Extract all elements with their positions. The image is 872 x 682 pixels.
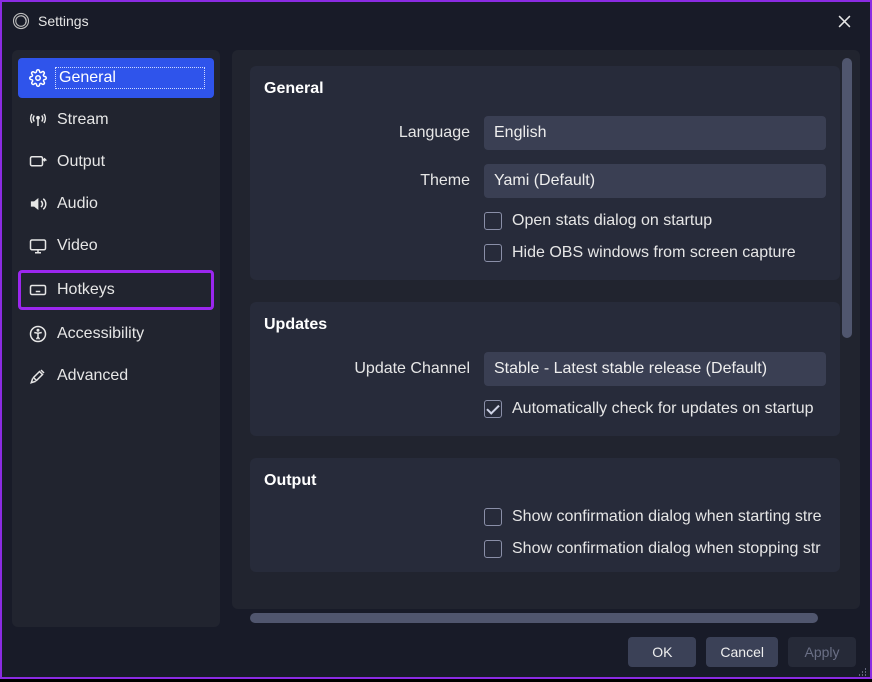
- confirm-stop-checkbox-label: Show confirmation dialog when stopping s…: [512, 540, 821, 558]
- update-channel-label: Update Channel: [264, 360, 470, 378]
- horizontal-scroll-thumb[interactable]: [250, 613, 818, 623]
- confirm-start-checkbox[interactable]: [484, 508, 502, 526]
- sidebar-item-video[interactable]: Video: [18, 226, 214, 266]
- window-title: Settings: [38, 13, 89, 29]
- app-icon: [12, 12, 30, 30]
- vertical-scrollbar[interactable]: [842, 56, 852, 609]
- horizontal-scrollbar[interactable]: [250, 613, 848, 623]
- update-channel-select[interactable]: Stable - Latest stable release (Default): [484, 352, 826, 386]
- speaker-icon: [29, 195, 47, 213]
- hide-windows-checkbox-label: Hide OBS windows from screen capture: [512, 244, 796, 262]
- titlebar: Settings: [2, 2, 870, 40]
- gear-icon: [29, 69, 47, 87]
- sidebar-item-audio[interactable]: Audio: [18, 184, 214, 224]
- theme-select[interactable]: Yami (Default): [484, 164, 826, 198]
- apply-button: Apply: [788, 637, 856, 667]
- sidebar-item-label: Hotkeys: [57, 281, 203, 299]
- accessibility-icon: [29, 325, 47, 343]
- confirm-stop-checkbox[interactable]: [484, 540, 502, 558]
- sidebar-item-hotkeys[interactable]: Hotkeys: [18, 270, 214, 310]
- ok-button[interactable]: OK: [628, 637, 696, 667]
- content-area: General Language English Theme Yami (Def…: [232, 50, 860, 609]
- cancel-button[interactable]: Cancel: [706, 637, 778, 667]
- language-value: English: [494, 124, 546, 142]
- dialog-footer: OK Cancel Apply: [2, 627, 870, 677]
- close-button[interactable]: [826, 6, 862, 36]
- monitor-icon: [29, 237, 47, 255]
- sidebar-item-label: Video: [57, 237, 203, 255]
- sidebar-item-label: Audio: [57, 195, 203, 213]
- output-icon: [29, 153, 47, 171]
- settings-window: Settings General Stream: [0, 0, 872, 679]
- sidebar-item-label: Accessibility: [57, 325, 203, 343]
- sidebar-item-label: General: [57, 69, 203, 87]
- sidebar-item-label: Advanced: [57, 367, 203, 385]
- update-channel-value: Stable - Latest stable release (Default): [494, 360, 767, 378]
- output-panel: Output Show confirmation dialog when sta…: [250, 458, 840, 572]
- tools-icon: [29, 367, 47, 385]
- vertical-scroll-thumb[interactable]: [842, 58, 852, 338]
- general-panel: General Language English Theme Yami (Def…: [250, 66, 840, 280]
- sidebar-item-advanced[interactable]: Advanced: [18, 356, 214, 396]
- auto-update-checkbox[interactable]: [484, 400, 502, 418]
- auto-update-checkbox-label: Automatically check for updates on start…: [512, 400, 814, 418]
- confirm-start-checkbox-label: Show confirmation dialog when starting s…: [512, 508, 822, 526]
- sidebar-item-label: Stream: [57, 111, 203, 129]
- panel-title: Updates: [264, 316, 826, 334]
- stats-checkbox-label: Open stats dialog on startup: [512, 212, 712, 230]
- updates-panel: Updates Update Channel Stable - Latest s…: [250, 302, 840, 436]
- sidebar: General Stream Output Audio: [12, 50, 220, 627]
- stats-checkbox[interactable]: [484, 212, 502, 230]
- theme-value: Yami (Default): [494, 172, 595, 190]
- sidebar-item-general[interactable]: General: [18, 58, 214, 98]
- sidebar-item-accessibility[interactable]: Accessibility: [18, 314, 214, 354]
- panel-title: Output: [264, 472, 826, 490]
- keyboard-icon: [29, 281, 47, 299]
- sidebar-item-output[interactable]: Output: [18, 142, 214, 182]
- antenna-icon: [29, 111, 47, 129]
- theme-label: Theme: [264, 172, 470, 190]
- sidebar-item-label: Output: [57, 153, 203, 171]
- panel-title: General: [264, 80, 826, 98]
- language-label: Language: [264, 124, 470, 142]
- language-select[interactable]: English: [484, 116, 826, 150]
- sidebar-item-stream[interactable]: Stream: [18, 100, 214, 140]
- hide-windows-checkbox[interactable]: [484, 244, 502, 262]
